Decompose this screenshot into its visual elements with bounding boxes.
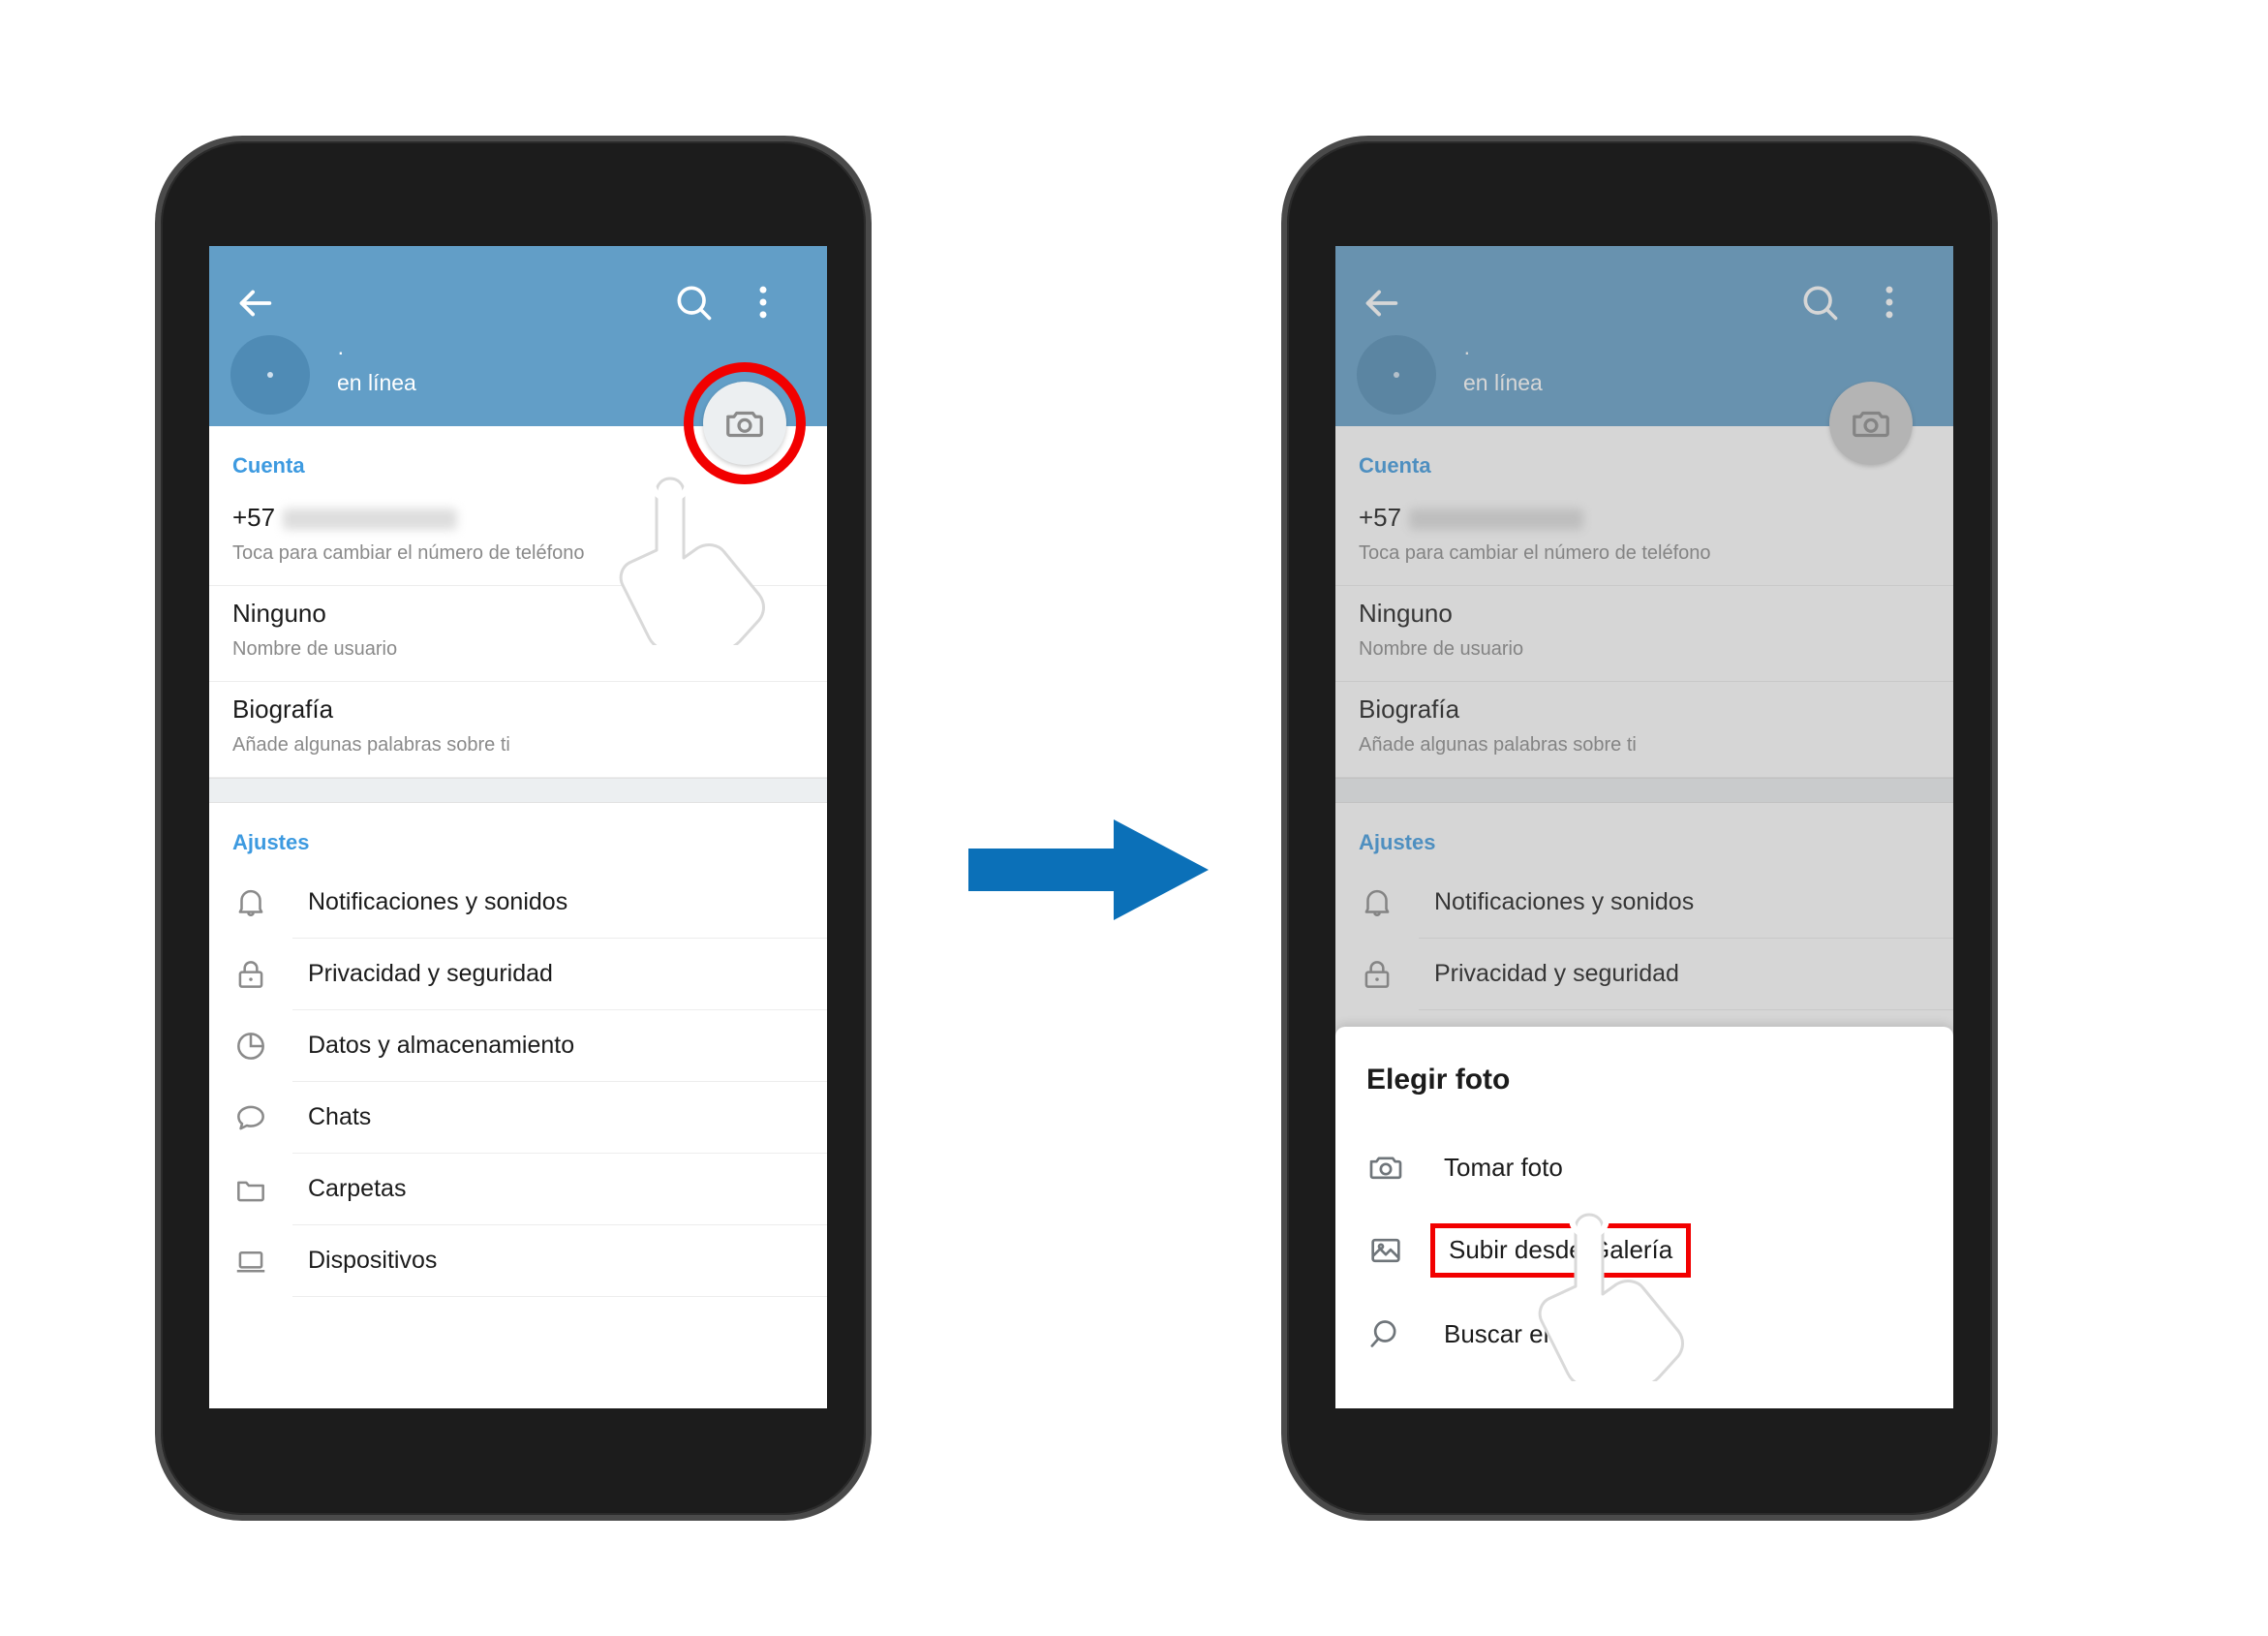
section-settings-label: Ajustes [232, 830, 310, 854]
sidebar-item-label: Notificaciones y sonidos [1419, 867, 1953, 939]
lock-icon [1359, 956, 1419, 993]
masked-value [283, 509, 458, 531]
masked-value [1409, 509, 1584, 531]
overflow-menu-icon[interactable] [1868, 281, 1911, 324]
sidebar-item-label: Datos y almacenamiento [292, 1010, 827, 1082]
sheet-option-label: Subir desde Galería [1430, 1223, 1692, 1278]
camera-fab[interactable] [1829, 382, 1913, 465]
avatar-initial [1394, 372, 1399, 378]
sidebar-item-label: Chats [292, 1082, 827, 1154]
row-username[interactable]: Ninguno Nombre de usuario [1335, 586, 1953, 682]
flow-arrow-icon [968, 812, 1211, 928]
image-icon [1366, 1231, 1430, 1270]
sidebar-item-folders[interactable]: Carpetas [209, 1154, 827, 1225]
row-username-value: Ninguno [232, 599, 326, 628]
row-phone-number[interactable]: +57 Toca para cambiar el número de teléf… [209, 490, 827, 586]
row-bio[interactable]: Biografía Añade algunas palabras sobre t… [1335, 682, 1953, 778]
phone-bezel: · en línea Cuenta +57 Toca para cambiar … [161, 141, 866, 1515]
avatar[interactable] [230, 335, 310, 415]
sheet-title: Elegir foto [1366, 1064, 1511, 1096]
overflow-menu-icon[interactable] [742, 281, 784, 324]
arrow-left-icon[interactable] [1359, 281, 1403, 325]
phone-screen-step2: · en línea Cuenta +57 Toca para cambiar … [1335, 246, 1953, 1408]
camera-icon [1366, 1148, 1430, 1187]
row-username-value: Ninguno [1359, 599, 1453, 628]
sheet-option-upload-from-gallery[interactable]: Subir desde Galería [1335, 1209, 1953, 1292]
row-bio-value: Biografía [232, 695, 334, 724]
settings-body: Cuenta +57 Toca para cambiar el número d… [1335, 426, 1953, 1082]
search-icon[interactable] [1798, 281, 1841, 324]
sidebar-item-label: Privacidad y seguridad [1419, 939, 1953, 1010]
phone-screen-step1: · en línea Cuenta +57 Toca para cambiar … [209, 246, 827, 1408]
tutorial-canvas: · en línea Cuenta +57 Toca para cambiar … [0, 0, 2268, 1636]
avatar-initial [267, 372, 273, 378]
search-icon [1366, 1314, 1430, 1353]
row-phone-number[interactable]: +57 Toca para cambiar el número de teléf… [1335, 490, 1953, 586]
sheet-option-search-web[interactable]: Buscar en la web [1335, 1292, 1953, 1375]
sidebar-item-data-storage[interactable]: Datos y almacenamiento [209, 1010, 827, 1082]
avatar[interactable] [1357, 335, 1436, 415]
phone-bezel: · en línea Cuenta +57 Toca para cambiar … [1287, 141, 1992, 1515]
row-bio-value: Biografía [1359, 695, 1460, 724]
folder-icon [232, 1171, 292, 1208]
section-settings-label: Ajustes [1359, 830, 1436, 854]
row-phone-value: +57 [232, 498, 804, 537]
laptop-icon [232, 1243, 292, 1280]
sidebar-item-privacy[interactable]: Privacidad y seguridad [1335, 939, 1953, 1010]
pie-chart-icon [232, 1028, 292, 1065]
search-icon[interactable] [672, 281, 715, 324]
lock-icon [232, 956, 292, 993]
profile-status: en línea [1463, 370, 1543, 395]
sheet-option-label: Buscar en la web [1444, 1318, 1638, 1348]
settings-body: Cuenta +57 Toca para cambiar el número d… [209, 426, 827, 1297]
header-icon-bar [209, 275, 827, 333]
header-icon-bar [1335, 275, 1953, 333]
choose-photo-sheet: Elegir foto Tomar foto Subir desde Galer… [1335, 1027, 1953, 1408]
row-bio-hint: Añade algunas palabras sobre ti [232, 734, 510, 756]
camera-fab[interactable] [703, 382, 786, 465]
sidebar-item-notifications[interactable]: Notificaciones y sonidos [209, 867, 827, 939]
sidebar-item-label: Dispositivos [292, 1225, 827, 1297]
row-phone-value: +57 [1359, 498, 1930, 537]
row-username-hint: Nombre de usuario [232, 638, 398, 660]
section-divider [209, 778, 827, 803]
row-phone-hint: Toca para cambiar el número de teléfono [232, 542, 585, 564]
arrow-left-icon[interactable] [232, 281, 277, 325]
row-bio[interactable]: Biografía Añade algunas palabras sobre t… [209, 682, 827, 778]
bell-icon [1359, 884, 1419, 921]
row-username[interactable]: Ninguno Nombre de usuario [209, 586, 827, 682]
phone-mockup-step2: · en línea Cuenta +57 Toca para cambiar … [1281, 136, 1998, 1521]
row-username-hint: Nombre de usuario [1359, 638, 1524, 660]
sidebar-item-devices[interactable]: Dispositivos [209, 1225, 827, 1297]
sidebar-item-chats[interactable]: Chats [209, 1082, 827, 1154]
sidebar-item-label: Notificaciones y sonidos [292, 867, 827, 939]
sidebar-item-label: Privacidad y seguridad [292, 939, 827, 1010]
sidebar-item-privacy[interactable]: Privacidad y seguridad [209, 939, 827, 1010]
sheet-option-take-photo[interactable]: Tomar foto [1335, 1126, 1953, 1209]
bell-icon [232, 884, 292, 921]
profile-status: en línea [337, 370, 416, 395]
profile-name: · [1463, 339, 1471, 364]
row-phone-hint: Toca para cambiar el número de teléfono [1359, 542, 1711, 564]
sidebar-item-notifications[interactable]: Notificaciones y sonidos [1335, 867, 1953, 939]
profile-name: · [337, 339, 345, 364]
chat-bubble-icon [232, 1099, 292, 1136]
row-bio-hint: Añade algunas palabras sobre ti [1359, 734, 1637, 756]
sidebar-item-label: Carpetas [292, 1154, 827, 1225]
phone-mockup-step1: · en línea Cuenta +57 Toca para cambiar … [155, 136, 872, 1521]
section-divider [1335, 778, 1953, 803]
sheet-option-label: Tomar foto [1444, 1152, 1563, 1182]
